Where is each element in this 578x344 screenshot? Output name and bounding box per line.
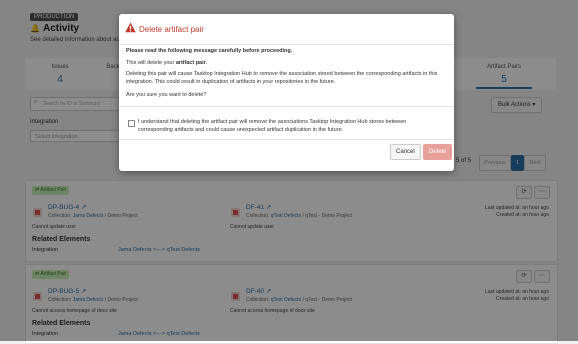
dialog-title: Delete artifact pair	[139, 25, 204, 34]
acknowledge-text: I understand that deleting the artifact …	[138, 119, 407, 133]
dialog-lead: Please read the following message carefu…	[126, 48, 293, 54]
dialog-line1-bold: artifact pair	[175, 60, 206, 66]
acknowledge-checkbox[interactable]	[128, 120, 135, 127]
dialog-footer-divider	[119, 139, 454, 140]
dialog-header: Delete artifact pair	[119, 14, 454, 45]
dialog-line3: Are you sure you want to delete?	[126, 92, 207, 98]
warning-icon	[125, 22, 136, 33]
delete-artifact-pair-dialog: Delete artifact pair Please read the fol…	[119, 14, 454, 171]
delete-button[interactable]: Delete	[423, 144, 453, 160]
dialog-divider	[119, 106, 454, 107]
dialog-line2: Deleting this pair will cause Tasktop In…	[126, 71, 438, 85]
dialog-line1-pre: This will delete your	[126, 60, 176, 66]
cancel-button[interactable]: Cancel	[390, 144, 421, 160]
dialog-line1: This will delete your artifact pair.	[126, 59, 444, 67]
dialog-line1-post: .	[205, 60, 208, 66]
